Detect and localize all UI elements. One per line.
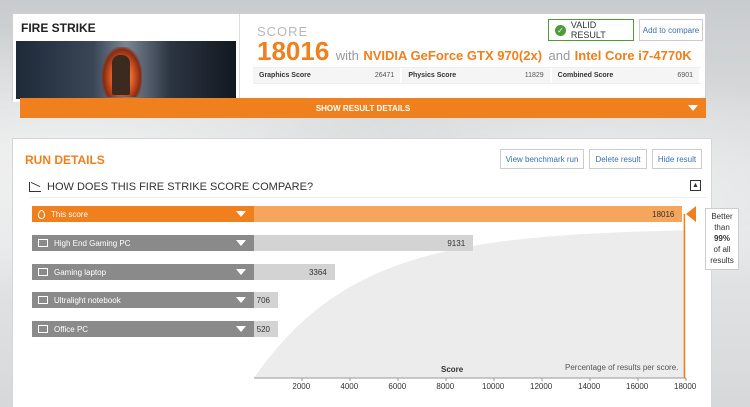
bar-value-label: 3364 xyxy=(308,267,327,277)
score-bar: 3364 xyxy=(254,264,335,280)
x-tick-label: 18000 xyxy=(674,382,697,391)
x-tick-label: 4000 xyxy=(340,382,359,391)
score-bar: 9131 xyxy=(254,235,474,251)
category-label: Gaming laptop xyxy=(54,267,107,277)
laptop-icon xyxy=(38,325,48,333)
dropdown-arrow-icon xyxy=(236,297,246,303)
comparison-row-label[interactable]: Ultralight notebook xyxy=(32,292,254,308)
distribution-area xyxy=(254,230,686,378)
x-tick-label: 16000 xyxy=(626,382,649,391)
x-tick-label: 10000 xyxy=(482,382,505,391)
category-label: High End Gaming PC xyxy=(54,238,131,248)
dropdown-arrow-icon xyxy=(236,269,246,275)
laptop-icon xyxy=(38,239,48,247)
x-axis-label: Score xyxy=(441,365,464,374)
score-bar: 18016 xyxy=(254,206,683,222)
tooltip-line: Better xyxy=(711,212,733,221)
x-tick-label: 14000 xyxy=(578,382,601,391)
dropdown-arrow-icon xyxy=(236,326,246,332)
tooltip-line: than xyxy=(714,223,730,232)
laptop-icon xyxy=(38,268,48,276)
score-bar: 706 xyxy=(254,292,278,308)
comparison-row-label[interactable]: Gaming laptop xyxy=(32,264,254,280)
category-label: This score xyxy=(51,209,88,219)
laptop-icon xyxy=(38,296,48,304)
tooltip-line: of all xyxy=(713,245,731,254)
bar-value-label: 9131 xyxy=(447,238,466,248)
tooltip-arrow xyxy=(686,206,696,222)
bar-value-label: 520 xyxy=(256,324,270,334)
chart-annotation: Percentage of results per score. xyxy=(565,363,679,372)
x-tick-label: 12000 xyxy=(530,382,553,391)
x-tick-label: 6000 xyxy=(388,382,407,391)
tooltip-line: results xyxy=(710,256,734,265)
x-tick-label: 2000 xyxy=(292,382,311,391)
bar-value-label: 18016 xyxy=(652,209,675,219)
score-comparison-chart: This score 18016 High End Gaming PC 9131 Gam… xyxy=(0,0,750,407)
comparison-row-label[interactable]: High End Gaming PC xyxy=(32,235,254,251)
bar-value-label: 706 xyxy=(256,295,270,305)
distribution-curve xyxy=(254,214,687,381)
tooltip-percent: 99% xyxy=(713,234,730,243)
x-tick-label: 8000 xyxy=(436,382,455,391)
category-label: Office PC xyxy=(54,324,89,334)
category-label: Ultralight notebook xyxy=(54,295,121,305)
comparison-row-label[interactable]: This score xyxy=(32,206,254,222)
percentile-tooltip: Better than 99% of all results xyxy=(705,208,739,270)
comparison-row-label[interactable]: Office PC xyxy=(32,321,254,337)
dropdown-arrow-icon xyxy=(236,240,246,246)
dropdown-arrow-icon xyxy=(236,211,246,217)
score-bar: 520 xyxy=(254,321,278,337)
pin-icon xyxy=(38,209,45,219)
